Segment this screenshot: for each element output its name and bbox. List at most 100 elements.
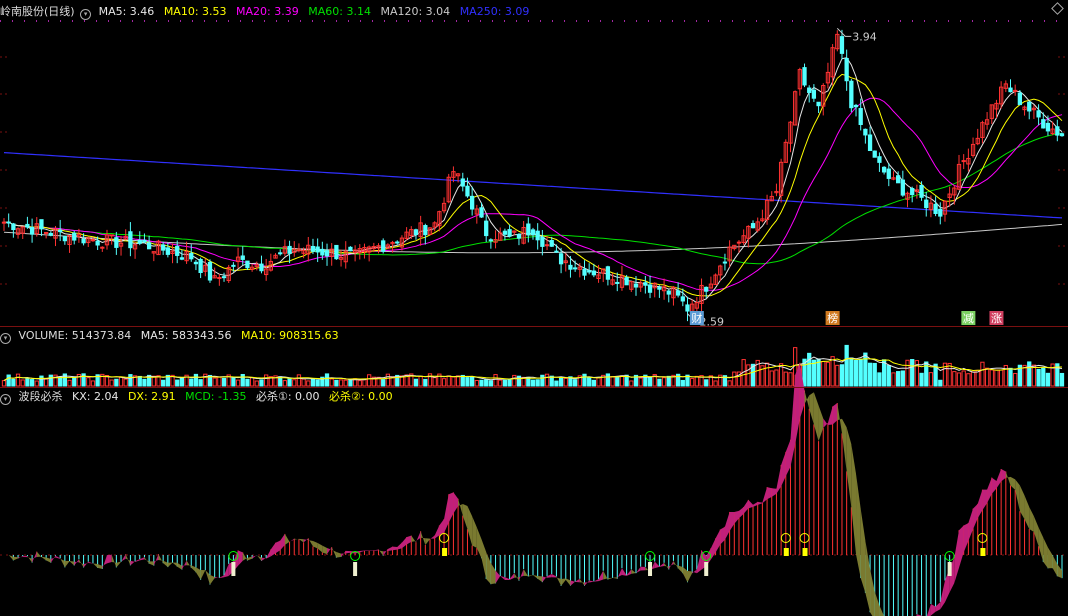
- volume-bar: [198, 379, 203, 387]
- indicator-band: [795, 362, 800, 445]
- indicator-band: [186, 560, 192, 568]
- candle-body: [1027, 101, 1032, 112]
- indicator-band: [926, 604, 931, 616]
- indicator-band: [425, 538, 431, 545]
- indicator-band: [968, 508, 974, 541]
- indicator-band: [715, 529, 721, 553]
- volume-bar: [610, 376, 615, 387]
- indicator-band: [954, 530, 960, 583]
- indicator-band: [345, 550, 351, 554]
- legend-ma10: MA10: 3.53: [163, 5, 227, 18]
- signal-1-bar: [648, 562, 653, 576]
- volume-bar: [863, 352, 868, 387]
- candle-body: [722, 261, 728, 264]
- indicator-band: [781, 451, 786, 487]
- legend-dx: DX: 2.91: [127, 390, 176, 403]
- volume-bar: [287, 378, 292, 387]
- volume-bar: [348, 379, 353, 387]
- volume-legend: ▾ VOLUME: 514373.84 MA5: 583343.56 MA10:…: [0, 328, 345, 344]
- candle-body: [572, 267, 578, 270]
- candle-body: [470, 195, 475, 210]
- volume-bar: [821, 361, 826, 387]
- indicator-band: [973, 503, 978, 530]
- volume-bar: [961, 370, 966, 387]
- volume-bar: [713, 380, 718, 387]
- volume-bar: [605, 373, 611, 387]
- volume-bar: [34, 380, 39, 387]
- legend-mcd: MCD: -1.35: [185, 390, 247, 403]
- indicator-band: [757, 501, 763, 505]
- indicator-band: [13, 556, 19, 561]
- collapse-icon[interactable]: ▾: [80, 9, 92, 20]
- volume-bar: [1027, 361, 1032, 387]
- indicator-band: [523, 569, 529, 577]
- volume-bar: [423, 378, 428, 387]
- indicator-band: [462, 504, 468, 530]
- volume-bar: [615, 377, 620, 387]
- volume-bar: [474, 380, 479, 387]
- legend-ind-name[interactable]: 波段必杀: [19, 390, 63, 403]
- signal-2-bar: [980, 548, 986, 556]
- volume-bar: [807, 352, 812, 387]
- indicator-band: [135, 559, 140, 563]
- indicator-band: [1029, 506, 1034, 532]
- candle-body: [1059, 133, 1065, 137]
- volume-bar: [357, 380, 362, 387]
- indicator-band: [434, 525, 440, 539]
- volume-bar: [15, 373, 21, 387]
- volume-bar: [231, 376, 236, 387]
- volume-bar: [329, 378, 334, 387]
- volume-bar: [254, 380, 259, 387]
- indicator-band: [930, 604, 936, 616]
- indicator-band: [481, 539, 487, 579]
- candle-body: [1, 221, 7, 224]
- indicator-band: [308, 538, 313, 547]
- indicator-band: [818, 405, 824, 442]
- volume-bar: [498, 379, 503, 387]
- indicator-band: [1015, 479, 1020, 512]
- volume-bar: [306, 380, 311, 387]
- volume-bar: [413, 378, 419, 387]
- indicator-band: [547, 573, 552, 578]
- volume-bar: [535, 379, 540, 387]
- indicator-band: [696, 550, 702, 574]
- candle-body: [750, 223, 756, 229]
- volume-bar: [746, 364, 751, 387]
- stock-name[interactable]: 岭南股份(日线): [0, 5, 75, 18]
- indicator-collapse-icon[interactable]: ▾: [0, 394, 11, 405]
- indicator-band: [69, 561, 75, 566]
- volume-bar: [109, 379, 114, 387]
- indicator-band: [261, 557, 267, 561]
- chart-canvas: 3.942.59财榜减涨: [0, 20, 1068, 616]
- candle-body: [1008, 87, 1013, 93]
- indicator-band: [50, 555, 56, 563]
- legend-volume: VOLUME: 514373.84: [18, 329, 132, 342]
- legend-ma60: MA60: 3.14: [308, 5, 371, 18]
- volume-collapse-icon[interactable]: ▾: [0, 333, 11, 344]
- volume-bar: [221, 377, 227, 387]
- candle-body: [540, 236, 545, 247]
- indicator-band: [401, 537, 407, 549]
- indicator-band: [205, 570, 210, 585]
- candle-body: [1017, 92, 1023, 106]
- indicator-band: [851, 444, 857, 555]
- indicator-band: [420, 531, 426, 545]
- main-legend: 岭南股份(日线) ▾ MA5: 3.46 MA10: 3.53 MA20: 3.…: [0, 4, 535, 20]
- candle-body: [310, 245, 316, 252]
- volume-bar: [896, 371, 901, 387]
- volume-bar: [530, 379, 536, 387]
- candle-body: [568, 264, 573, 270]
- indicator-band: [256, 555, 262, 561]
- indicator-band: [500, 576, 505, 580]
- indicator-band: [387, 546, 393, 552]
- indicator-band: [1047, 547, 1053, 569]
- indicator-band: [720, 526, 725, 545]
- volume-bar: [867, 362, 873, 387]
- candle-body: [516, 233, 522, 239]
- candle-body: [142, 239, 147, 243]
- signal-2-bar: [783, 548, 789, 556]
- indicator-band: [603, 570, 608, 580]
- volume-bar: [956, 372, 962, 387]
- volume-bar: [629, 380, 634, 387]
- candle-body: [6, 221, 11, 224]
